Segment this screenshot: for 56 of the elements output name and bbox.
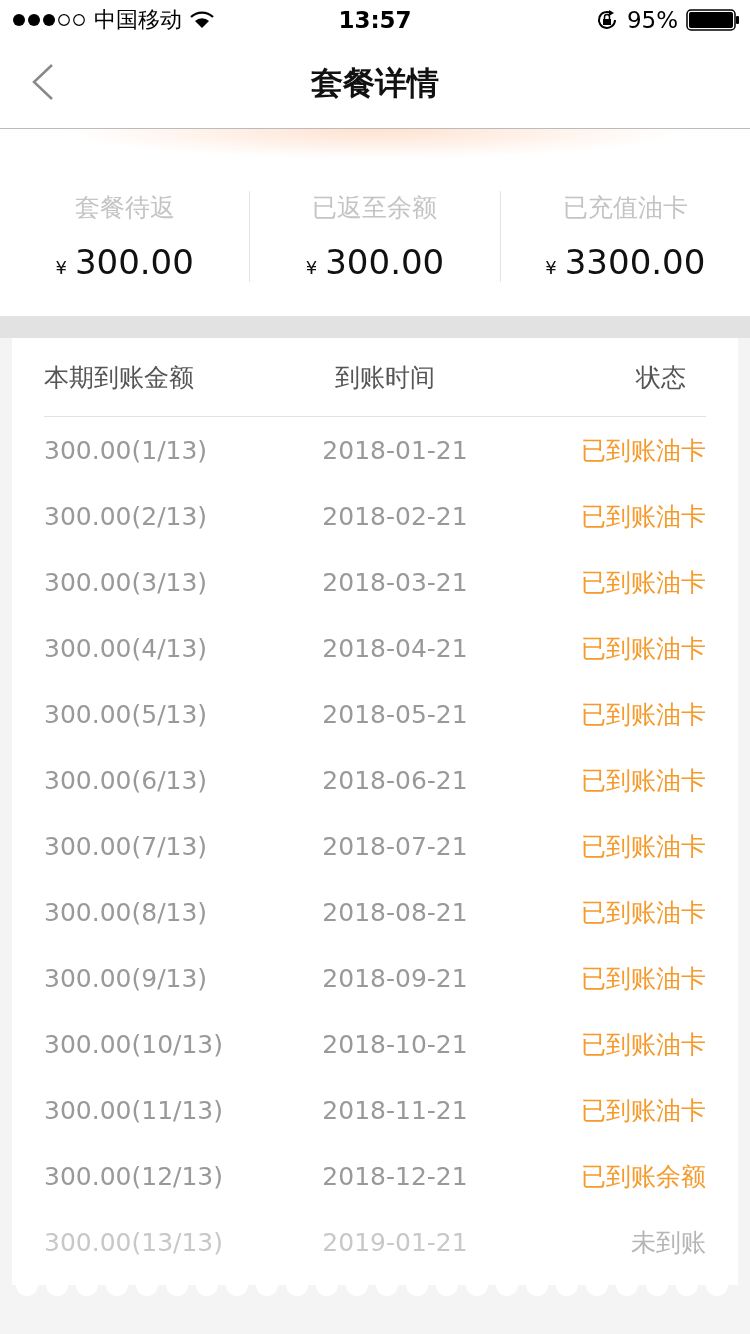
- table-cell-text: 2018-02-21: [321, 501, 469, 531]
- status-cell-text: 已到账余额: [580, 1160, 706, 1193]
- table-cell-text: 300.00(9/13): [44, 963, 209, 993]
- status-cell-text: 已到账油卡: [580, 566, 706, 599]
- status-cell-text: 已到账油卡: [580, 500, 706, 533]
- table-cell-text: 300.00(6/13): [44, 765, 209, 795]
- currency-symbol: ¥: [545, 257, 557, 278]
- column-header: 状态: [634, 361, 687, 394]
- table-cell-text: 2018-10-21: [321, 1029, 469, 1059]
- currency-symbol: ¥: [55, 257, 67, 278]
- table-cell-text: 300.00(3/13): [44, 567, 209, 597]
- summary-amount: 300.00: [325, 242, 445, 282]
- table-cell-text: 2018-09-21: [321, 963, 469, 993]
- column-header: 到账时间: [334, 361, 436, 394]
- summary-amount: 3300.00: [564, 242, 706, 282]
- status-cell-text: 已到账油卡: [580, 434, 706, 467]
- clock-time: 13:57: [338, 7, 412, 33]
- battery-icon: [686, 9, 740, 31]
- table-cell-text: 300.00(7/13): [44, 831, 209, 861]
- status-cell-text: 已到账油卡: [580, 698, 706, 731]
- status-cell-text: 已到账油卡: [580, 632, 706, 665]
- page-title: 套餐详情: [311, 63, 439, 104]
- status-cell-text: 已到账油卡: [580, 896, 706, 929]
- table-cell-text: 300.00(2/13): [44, 501, 209, 531]
- status-cell-text: 未到账: [630, 1226, 706, 1259]
- battery-percent: 95%: [626, 7, 678, 33]
- status-cell-text: 已到账油卡: [580, 764, 706, 797]
- summary-label: 已返至余额: [312, 192, 438, 224]
- table-cell-text: 2018-04-21: [321, 633, 469, 663]
- status-cell-text: 已到账油卡: [580, 1028, 706, 1061]
- table-cell-text: 2018-12-21: [321, 1161, 469, 1191]
- table-cell-text: 300.00(5/13): [44, 699, 209, 729]
- table-cell-text: 300.00(1/13): [44, 435, 209, 465]
- currency-symbol: ¥: [305, 257, 318, 278]
- wifi-icon: [190, 11, 214, 29]
- summary-label: 套餐待返: [74, 192, 175, 224]
- summary-label: 已充值油卡: [562, 192, 688, 224]
- summary-amount: 300.00: [74, 242, 194, 282]
- table-cell-text: 2018-06-21: [321, 765, 469, 795]
- table-cell-text: 300.00(8/13): [44, 897, 209, 927]
- status-cell-text: 已到账油卡: [580, 962, 706, 995]
- table-cell-text: 300.00(10/13): [44, 1029, 225, 1059]
- signal-icon: [12, 13, 86, 27]
- table-cell-text: 300.00(12/13): [44, 1161, 225, 1191]
- table-cell-text: 2018-11-21: [321, 1095, 469, 1125]
- table-cell-text: 2018-03-21: [321, 567, 469, 597]
- table-cell-text: 2018-01-21: [321, 435, 469, 465]
- status-cell-text: 已到账油卡: [580, 1094, 706, 1127]
- table-cell-text: 2018-07-21: [321, 831, 469, 861]
- column-header: 本期到账金额: [44, 361, 195, 394]
- status-cell-text: 已到账油卡: [580, 830, 706, 863]
- table-cell-text: 2018-08-21: [321, 897, 469, 927]
- table-cell-text: 2018-05-21: [321, 699, 469, 729]
- table-cell-text: 300.00(4/13): [44, 633, 209, 663]
- carrier-name: 中国移动: [94, 6, 182, 34]
- table-cell-text: 300.00(11/13): [44, 1095, 225, 1125]
